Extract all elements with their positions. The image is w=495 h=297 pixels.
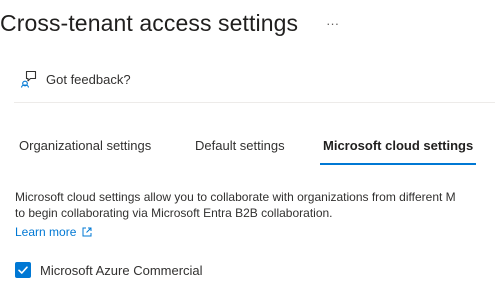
azure-commercial-label: Microsoft Azure Commercial: [40, 262, 203, 278]
description-line: Microsoft cloud settings allow you to co…: [15, 190, 456, 204]
tab-organizational-settings[interactable]: Organizational settings: [16, 128, 154, 164]
external-link-icon: [82, 227, 92, 237]
feedback-icon: [20, 70, 37, 88]
settings-tabs: Organizational settings Default settings…: [0, 128, 495, 165]
checkmark-icon: [18, 266, 28, 274]
feedback-label: Got feedback?: [46, 71, 131, 87]
more-options-button[interactable]: ···: [322, 15, 343, 32]
learn-more-link[interactable]: Learn more: [15, 224, 92, 240]
tab-default-settings[interactable]: Default settings: [192, 128, 288, 164]
feedback-button[interactable]: Got feedback?: [20, 70, 131, 88]
command-bar: Got feedback?: [14, 62, 495, 103]
cloud-settings-description: Microsoft cloud settings allow you to co…: [15, 189, 495, 240]
cloud-option-azure-commercial: Microsoft Azure Commercial: [15, 262, 203, 278]
title-row: Cross-tenant access settings ···: [0, 7, 343, 39]
description-line: to begin collaborating via Microsoft Ent…: [15, 206, 333, 220]
learn-more-label: Learn more: [15, 225, 77, 239]
tab-microsoft-cloud-settings[interactable]: Microsoft cloud settings: [320, 128, 477, 165]
page-title: Cross-tenant access settings: [0, 9, 299, 36]
azure-commercial-checkbox[interactable]: [15, 262, 31, 278]
